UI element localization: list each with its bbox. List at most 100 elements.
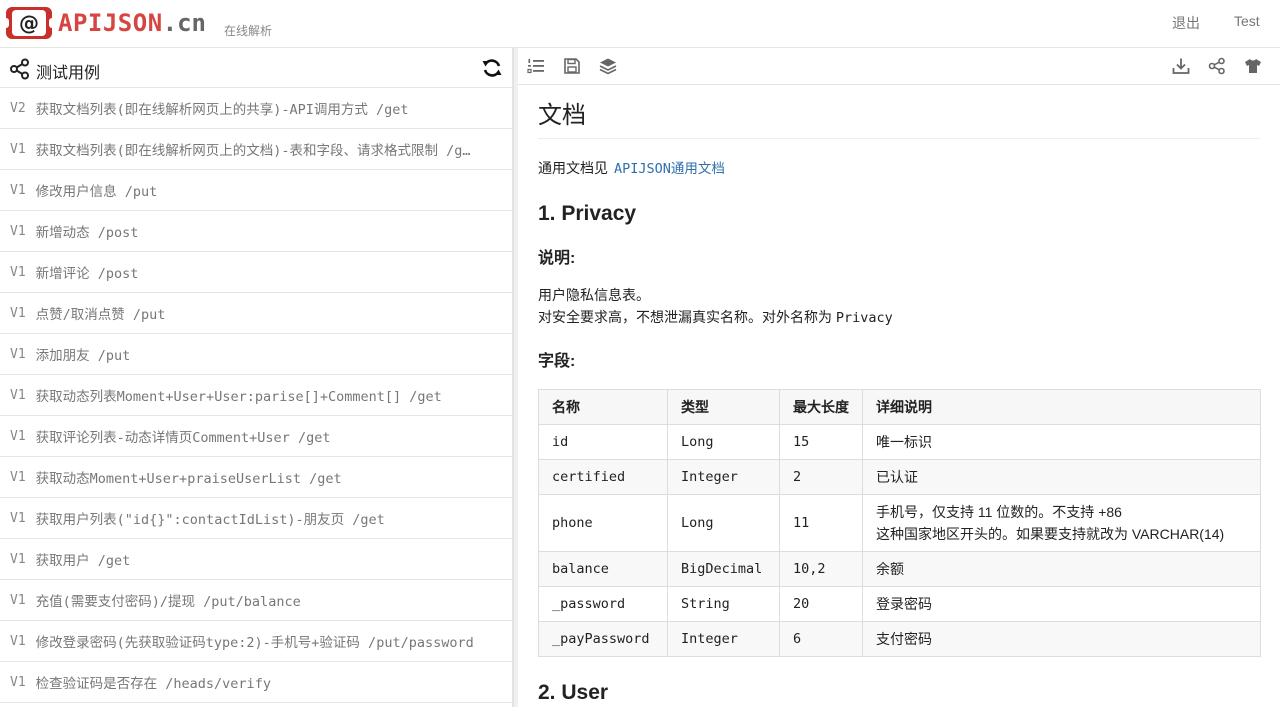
test-case-item[interactable]: V1 充值(需要支付密码)/提现 /put/balance — [0, 580, 512, 621]
table-row: certified Integer 2 已认证 — [538, 459, 1261, 495]
test-case-version: V1 — [10, 469, 26, 485]
apijson-doc-link[interactable]: APIJSON通用文档 — [614, 161, 725, 177]
logout-link[interactable]: 退出 — [1172, 13, 1200, 33]
test-case-item[interactable]: V1 检查验证码是否存在 /heads/verify — [0, 662, 512, 703]
download-icon[interactable] — [1172, 57, 1190, 75]
test-case-version: V1 — [10, 387, 26, 403]
section-user-heading: 2. User — [538, 681, 609, 704]
field-desc-line: 登录密码 — [876, 596, 932, 612]
test-case-item[interactable]: V1 获取文档列表(即在线解析网页上的文档)-表和字段、请求格式限制 /g… — [0, 129, 512, 170]
field-maxlen-cell: 20 — [779, 586, 863, 622]
test-case-version: V1 — [10, 305, 26, 321]
table-row: _password String 20 登录密码 — [538, 586, 1261, 622]
test-case-name: 获取文档列表(即在线解析网页上的文档)-表和字段、请求格式限制 /g… — [35, 143, 471, 159]
field-type-cell: Long — [667, 494, 780, 552]
layers-icon[interactable] — [599, 57, 617, 75]
test-case-version: V1 — [10, 182, 26, 198]
field-desc-cell: 手机号，仅支持 11 位数的。不支持 +86 这种国家地区开头的。如果要支持就改为… — [862, 494, 1261, 552]
test-case-item[interactable]: V1 修改用户信息 /put — [0, 170, 512, 211]
test-case-item[interactable]: V1 添加朋友 /put — [0, 334, 512, 375]
refresh-icon[interactable] — [481, 57, 503, 79]
share-nodes-icon[interactable] — [9, 58, 31, 80]
logo-subtitle: 在线解析 — [224, 24, 273, 38]
table-row: id Long 15 唯一标识 — [538, 424, 1261, 460]
table-row: phone Long 11 手机号，仅支持 11 位数的。不支持 +86 这种国家地区开… — [538, 494, 1261, 552]
test-case-item[interactable]: V1 获取评论列表-动态详情页Comment+User /get — [0, 416, 512, 457]
test-case-name: 新增评论 /post — [35, 266, 139, 282]
field-desc-cell: 支付密码 — [862, 621, 1261, 657]
test-case-name: 添加朋友 /put — [35, 348, 131, 364]
test-case-name: 点赞/取消点赞 /put — [35, 307, 166, 323]
field-desc-line: 余额 — [876, 561, 904, 577]
test-case-item[interactable]: V1 点赞/取消点赞 /put — [0, 293, 512, 334]
field-desc-line: 这种国家地区开头的。如果要支持就改为 VARCHAR(14) — [876, 526, 1225, 542]
test-case-version: V1 — [10, 551, 26, 567]
logo-tld: .cn — [162, 9, 207, 37]
test-case-version: V1 — [10, 346, 26, 362]
test-case-version: V1 — [10, 674, 26, 690]
test-case-version: V1 — [10, 592, 26, 608]
test-link[interactable]: Test — [1234, 13, 1260, 29]
test-case-version: V2 — [10, 100, 26, 116]
description-line-2-prefix: 对安全要求高，不想泄漏真实名称。对外名称为 — [538, 309, 832, 325]
fields-table: 名称 类型 最大长度 详细说明 id Long 15 唯一标识 certified Int… — [538, 389, 1261, 657]
fields-table-header: 名称 类型 最大长度 详细说明 — [538, 389, 1261, 425]
field-name-cell: _payPassword — [538, 621, 668, 657]
field-name-cell: id — [538, 424, 668, 460]
field-maxlen-cell: 10,2 — [779, 551, 863, 587]
test-case-name: 修改用户信息 /put — [35, 184, 158, 200]
test-case-item[interactable]: V1 获取动态Moment+User+praiseUserList /get — [0, 457, 512, 498]
table-row: _payPassword Integer 6 支付密码 — [538, 621, 1261, 657]
field-name-cell: certified — [538, 459, 668, 495]
test-case-name: 获取评论列表-动态详情页Comment+User /get — [35, 430, 331, 446]
save-icon[interactable] — [563, 57, 581, 75]
external-table-name: Privacy — [835, 310, 893, 326]
test-case-item[interactable]: V2 获取文档列表(即在线解析网页上的共享)-API调用方式 /get — [0, 88, 512, 129]
test-case-version: V1 — [10, 510, 26, 526]
col-name-header: 名称 — [538, 389, 668, 425]
document-intro: 通用文档见 APIJSON通用文档 — [538, 157, 1260, 180]
logo[interactable]: @ APIJSON .cn — [3, 7, 207, 39]
test-case-item[interactable]: V1 获取用户 /get — [0, 539, 512, 580]
test-case-name: 获取用户 /get — [35, 553, 131, 569]
test-case-version: V1 — [10, 223, 26, 239]
test-case-panel: 测试用例 V2 获取文档列表(即在线解析网页上的共享)-API调用方式 /get V… — [0, 48, 513, 707]
share-icon[interactable] — [1208, 57, 1226, 75]
logo-badge-icon: @ — [3, 7, 55, 39]
test-case-toolbar: 测试用例 — [0, 48, 512, 88]
field-name-cell: _password — [538, 586, 668, 622]
test-case-name: 获取动态列表Moment+User+User:parise[]+Comment[… — [35, 389, 442, 405]
test-case-item[interactable]: V1 新增评论 /post — [0, 252, 512, 293]
field-type-cell: Integer — [667, 459, 780, 495]
field-maxlen-cell: 11 — [779, 494, 863, 552]
test-case-item[interactable]: V1 修改登录密码(先获取验证码type:2)-手机号+验证码 /put/pass… — [0, 621, 512, 662]
test-case-item[interactable]: V1 获取用户列表("id{}":contactIdList)-朋友页 /get — [0, 498, 512, 539]
shirt-icon[interactable] — [1244, 57, 1262, 75]
description-line-1: 用户隐私信息表。 — [538, 287, 650, 303]
field-type-cell: Long — [667, 424, 780, 460]
field-name-cell: balance — [538, 551, 668, 587]
fields-heading: 字段: — [538, 353, 576, 370]
field-type-cell: Integer — [667, 621, 780, 657]
field-desc-line: 已认证 — [876, 469, 918, 485]
document-panel: 文档 通用文档见 APIJSON通用文档 1. Privacy 说明: 用户隐私信… — [518, 48, 1280, 707]
test-case-version: V1 — [10, 141, 26, 157]
field-desc-cell: 登录密码 — [862, 586, 1261, 622]
test-case-name: 新增动态 /post — [35, 225, 139, 241]
test-case-name: 获取用户列表("id{}":contactIdList)-朋友页 /get — [35, 512, 385, 528]
test-case-name: 充值(需要支付密码)/提现 /put/balance — [35, 594, 301, 610]
field-type-cell: BigDecimal — [667, 551, 780, 587]
field-desc-line: 支付密码 — [876, 631, 932, 647]
test-case-name: 获取动态Moment+User+praiseUserList /get — [35, 471, 342, 487]
col-desc-header: 详细说明 — [862, 389, 1261, 425]
test-case-version: V1 — [10, 428, 26, 444]
fields-table-body: id Long 15 唯一标识 certified Integer 2 已认证 phone Lon… — [538, 424, 1261, 657]
intro-text: 通用文档见 — [538, 160, 608, 176]
test-case-item[interactable]: V1 新增动态 /post — [0, 211, 512, 252]
test-case-version: V1 — [10, 264, 26, 280]
test-case-item[interactable]: V1 获取动态列表Moment+User+User:parise[]+Commen… — [0, 375, 512, 416]
list-ordered-icon[interactable] — [527, 57, 545, 75]
field-type-cell: String — [667, 586, 780, 622]
field-name-cell: phone — [538, 494, 668, 552]
test-case-title: 测试用例 — [36, 65, 101, 82]
